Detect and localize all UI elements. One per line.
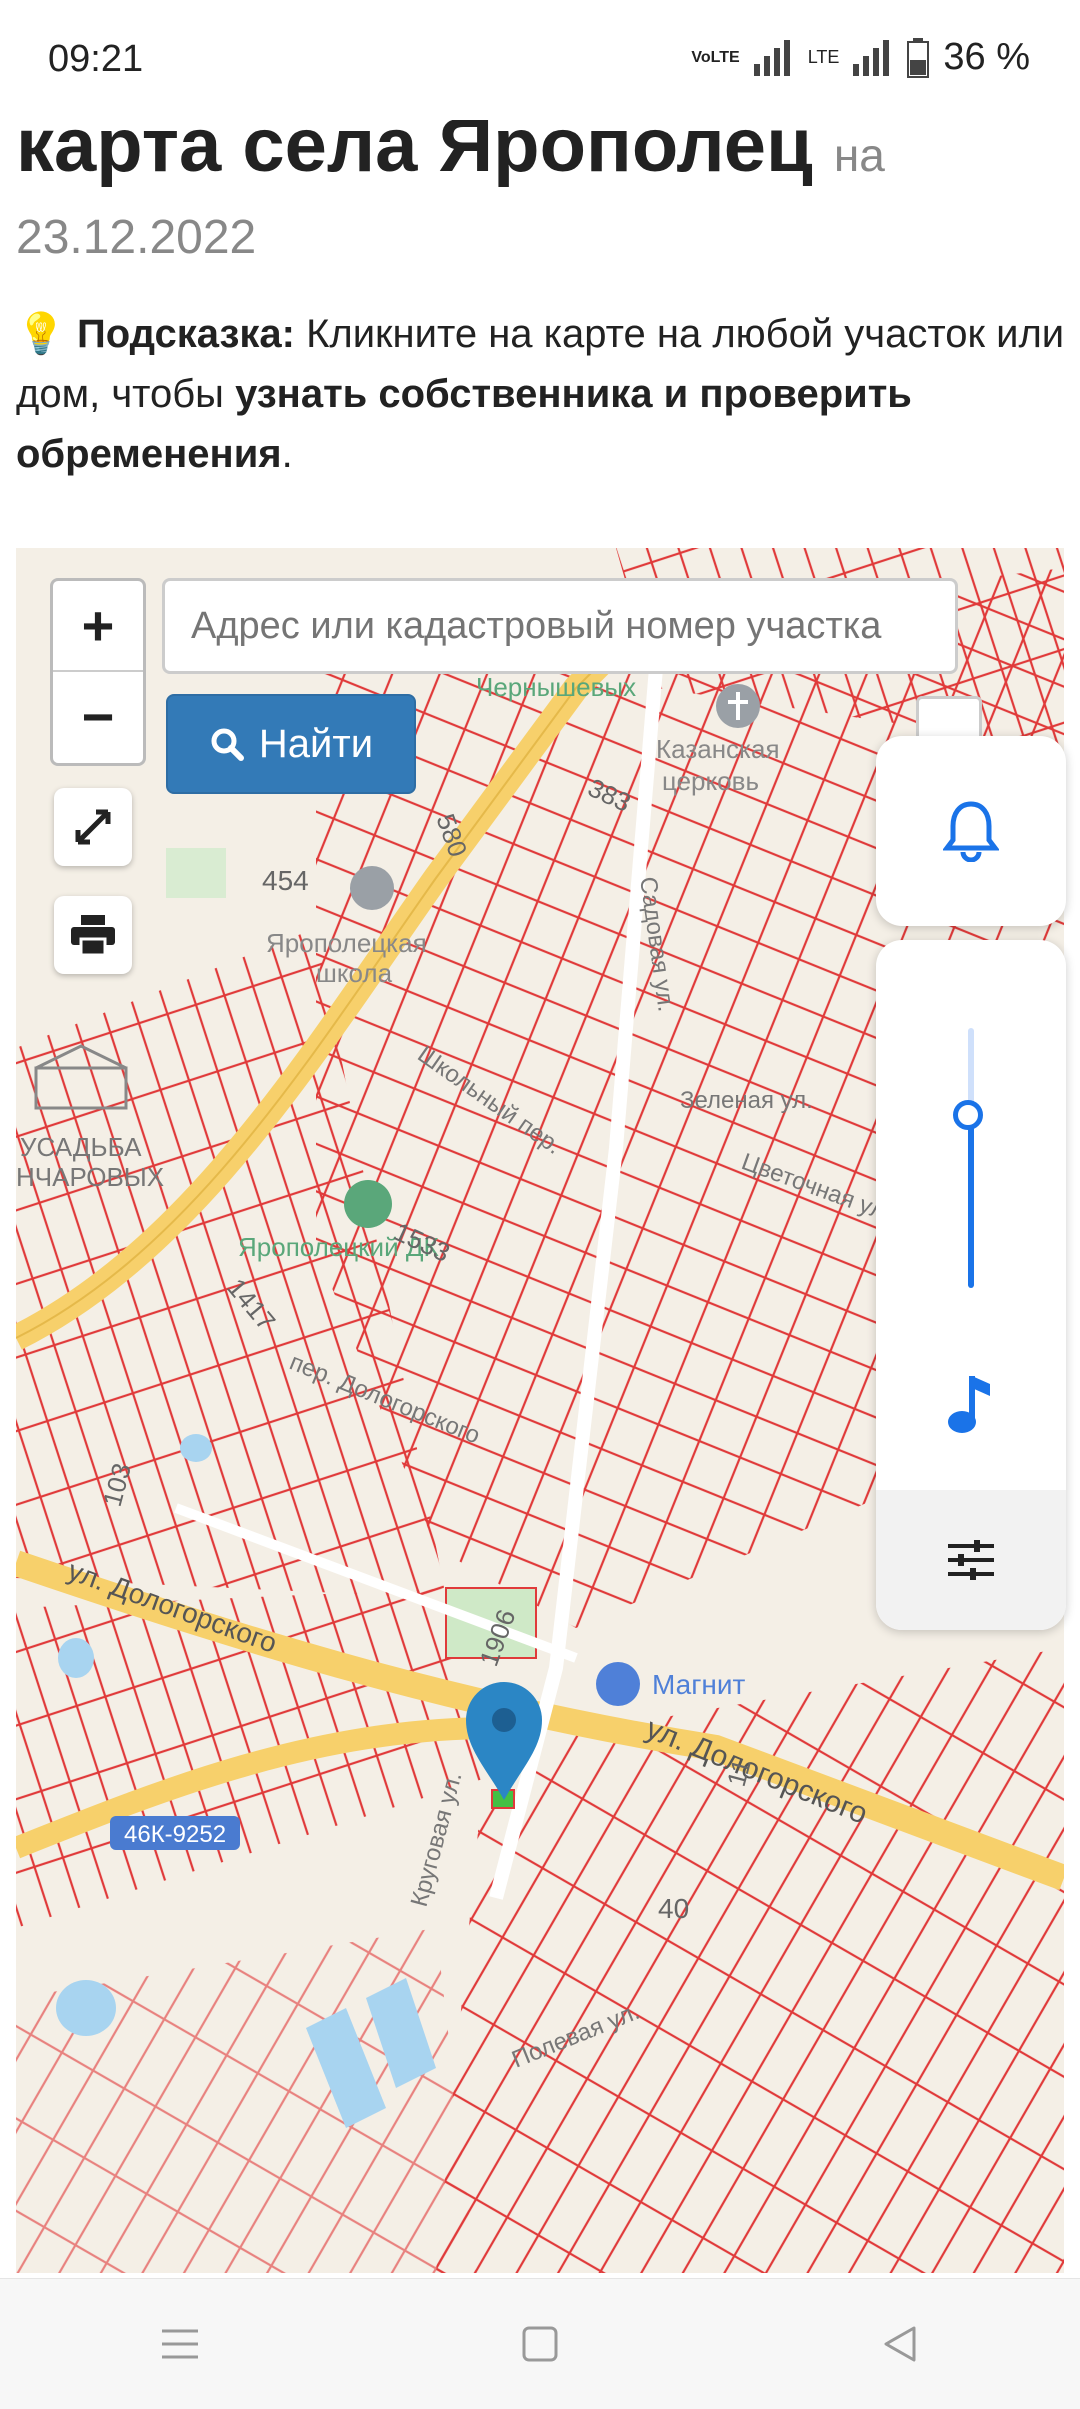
lightbulb-icon: 💡 — [16, 312, 66, 356]
signal-icon-2 — [853, 39, 890, 76]
bell-icon[interactable] — [943, 800, 999, 862]
system-nav-bar — [0, 2278, 1080, 2409]
zoom-control: + − — [50, 578, 146, 766]
fullscreen-icon — [75, 809, 111, 845]
tune-icon — [948, 1540, 994, 1580]
battery-percent: 36 % — [943, 36, 1030, 78]
battery-icon — [907, 37, 930, 78]
volume-slider-thumb[interactable] — [953, 1100, 983, 1130]
music-note-icon[interactable] — [942, 1370, 998, 1445]
back-nav-button[interactable] — [860, 2304, 940, 2384]
volte-icon: VoLTE — [691, 48, 740, 66]
page-date: 23.12.2022 — [16, 211, 257, 264]
label-school-2: школа — [316, 958, 393, 988]
notification-panel — [876, 736, 1066, 926]
fullscreen-button[interactable] — [54, 788, 132, 866]
label-chernyshevy: Чернышевых — [476, 672, 636, 702]
label-school-1: Ярополецкая — [266, 928, 427, 958]
status-bar: 09:21 VoLTE LTE 36 % — [0, 0, 1080, 120]
zoom-out-button[interactable]: − — [53, 670, 143, 761]
volume-slider[interactable] — [953, 1028, 983, 1288]
menu-nav-button[interactable] — [140, 2304, 220, 2384]
search-icon — [211, 728, 244, 761]
back-triangle-icon — [884, 2326, 916, 2362]
zoom-in-button[interactable]: + — [53, 581, 143, 670]
signal-icon — [753, 39, 790, 76]
printer-icon — [71, 915, 115, 955]
lte-label: LTE — [807, 47, 840, 67]
label-church-2: церковь — [662, 766, 759, 796]
label-usadba-2: НЧАРОВЫХ — [16, 1162, 164, 1192]
media-panel — [876, 940, 1066, 1630]
menu-icon — [162, 2329, 198, 2359]
label-usadba-1: УСАДЬБА — [20, 1132, 142, 1162]
status-icons: VoLTE LTE 36 % — [691, 36, 1030, 79]
find-button-label: Найти — [258, 721, 374, 766]
label-zelenaya: Зеленая ул. — [680, 1087, 813, 1114]
settings-tune-button[interactable] — [876, 1490, 1066, 1630]
status-time: 09:21 — [48, 38, 144, 80]
label-40: 40 — [658, 1893, 689, 1924]
label-454: 454 — [262, 865, 309, 896]
label-road-sign: 46К-9252 — [124, 1821, 226, 1848]
home-nav-button[interactable] — [500, 2304, 580, 2384]
find-button[interactable]: Найти — [166, 694, 416, 794]
search-input[interactable] — [162, 578, 958, 674]
label-magnit: Магнит — [652, 1669, 746, 1700]
label-church-1: Казанская — [656, 734, 780, 764]
hint-text: 💡 Подсказка: Кликните на карте на любой … — [16, 312, 1065, 476]
print-button[interactable] — [54, 896, 132, 974]
home-square-icon — [522, 2326, 558, 2362]
